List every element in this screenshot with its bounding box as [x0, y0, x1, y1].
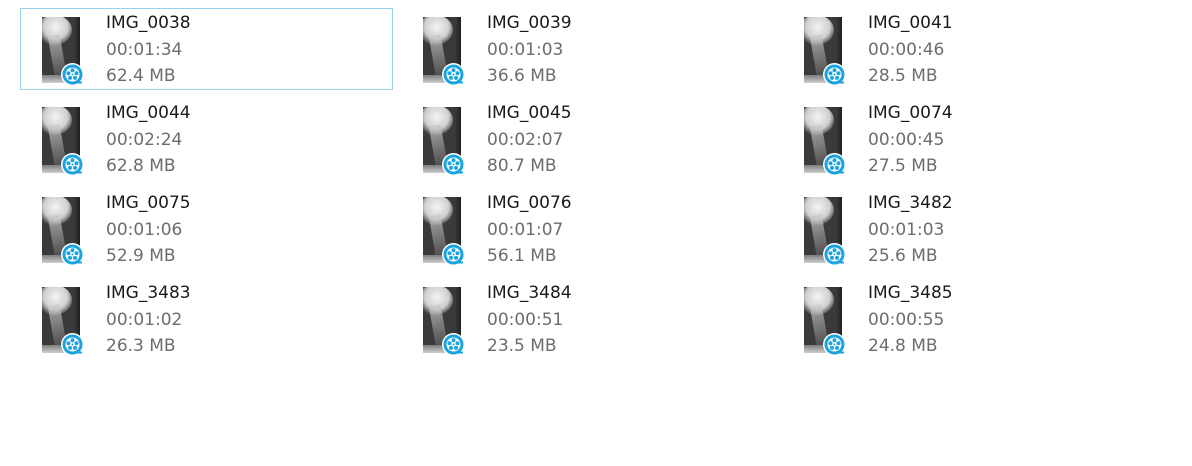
file-size: 26.3 MB [106, 336, 176, 356]
file-duration: 00:01:03 [487, 40, 564, 60]
video-file-icon [823, 333, 846, 356]
file-item[interactable]: IMG_0075 00:01:06 52.9 MB [20, 188, 393, 270]
file-name: IMG_0039 [487, 13, 572, 33]
file-duration: 00:00:51 [487, 310, 564, 330]
file-size: 52.9 MB [106, 246, 176, 266]
video-file-icon [61, 243, 84, 266]
file-size: 25.6 MB [868, 246, 938, 266]
file-name: IMG_0041 [868, 13, 953, 33]
video-file-icon [442, 333, 465, 356]
file-name: IMG_0038 [106, 13, 191, 33]
file-size: 62.8 MB [106, 156, 176, 176]
file-size: 27.5 MB [868, 156, 938, 176]
video-file-icon [823, 153, 846, 176]
file-duration: 00:01:06 [106, 220, 183, 240]
video-file-icon [823, 63, 846, 86]
file-name: IMG_0044 [106, 103, 191, 123]
video-file-icon [61, 153, 84, 176]
file-name: IMG_0074 [868, 103, 953, 123]
video-file-icon [442, 243, 465, 266]
file-name: IMG_3484 [487, 283, 572, 303]
video-file-icon [823, 243, 846, 266]
file-name: IMG_0075 [106, 193, 191, 213]
file-item[interactable]: IMG_3484 00:00:51 23.5 MB [401, 278, 774, 360]
file-size: 28.5 MB [868, 66, 938, 86]
file-item[interactable]: IMG_0038 00:01:34 62.4 MB [20, 8, 393, 90]
video-file-icon [442, 153, 465, 176]
file-name: IMG_3485 [868, 283, 953, 303]
file-name: IMG_3483 [106, 283, 191, 303]
file-size: 62.4 MB [106, 66, 176, 86]
file-duration: 00:01:34 [106, 40, 183, 60]
file-item[interactable]: IMG_3483 00:01:02 26.3 MB [20, 278, 393, 360]
file-item[interactable]: IMG_0041 00:00:46 28.5 MB [782, 8, 1155, 90]
file-duration: 00:02:24 [106, 130, 183, 150]
file-item[interactable]: IMG_3485 00:00:55 24.8 MB [782, 278, 1155, 360]
file-item[interactable]: IMG_0044 00:02:24 62.8 MB [20, 98, 393, 180]
file-duration: 00:01:02 [106, 310, 183, 330]
file-grid: IMG_0038 00:01:34 62.4 MB IMG_0039 00:01… [0, 0, 1192, 466]
file-size: 36.6 MB [487, 66, 557, 86]
file-size: 80.7 MB [487, 156, 557, 176]
file-item[interactable]: IMG_0039 00:01:03 36.6 MB [401, 8, 774, 90]
video-file-icon [61, 333, 84, 356]
video-file-icon [442, 63, 465, 86]
file-size: 56.1 MB [487, 246, 557, 266]
file-item[interactable]: IMG_0045 00:02:07 80.7 MB [401, 98, 774, 180]
video-file-icon [61, 63, 84, 86]
file-item[interactable]: IMG_0074 00:00:45 27.5 MB [782, 98, 1155, 180]
file-name: IMG_0076 [487, 193, 572, 213]
file-duration: 00:01:07 [487, 220, 564, 240]
file-duration: 00:00:46 [868, 40, 945, 60]
file-duration: 00:02:07 [487, 130, 564, 150]
file-size: 24.8 MB [868, 336, 938, 356]
file-size: 23.5 MB [487, 336, 557, 356]
file-item[interactable]: IMG_0076 00:01:07 56.1 MB [401, 188, 774, 270]
file-name: IMG_3482 [868, 193, 953, 213]
file-duration: 00:00:55 [868, 310, 945, 330]
file-duration: 00:01:03 [868, 220, 945, 240]
file-item[interactable]: IMG_3482 00:01:03 25.6 MB [782, 188, 1155, 270]
file-name: IMG_0045 [487, 103, 572, 123]
file-duration: 00:00:45 [868, 130, 945, 150]
